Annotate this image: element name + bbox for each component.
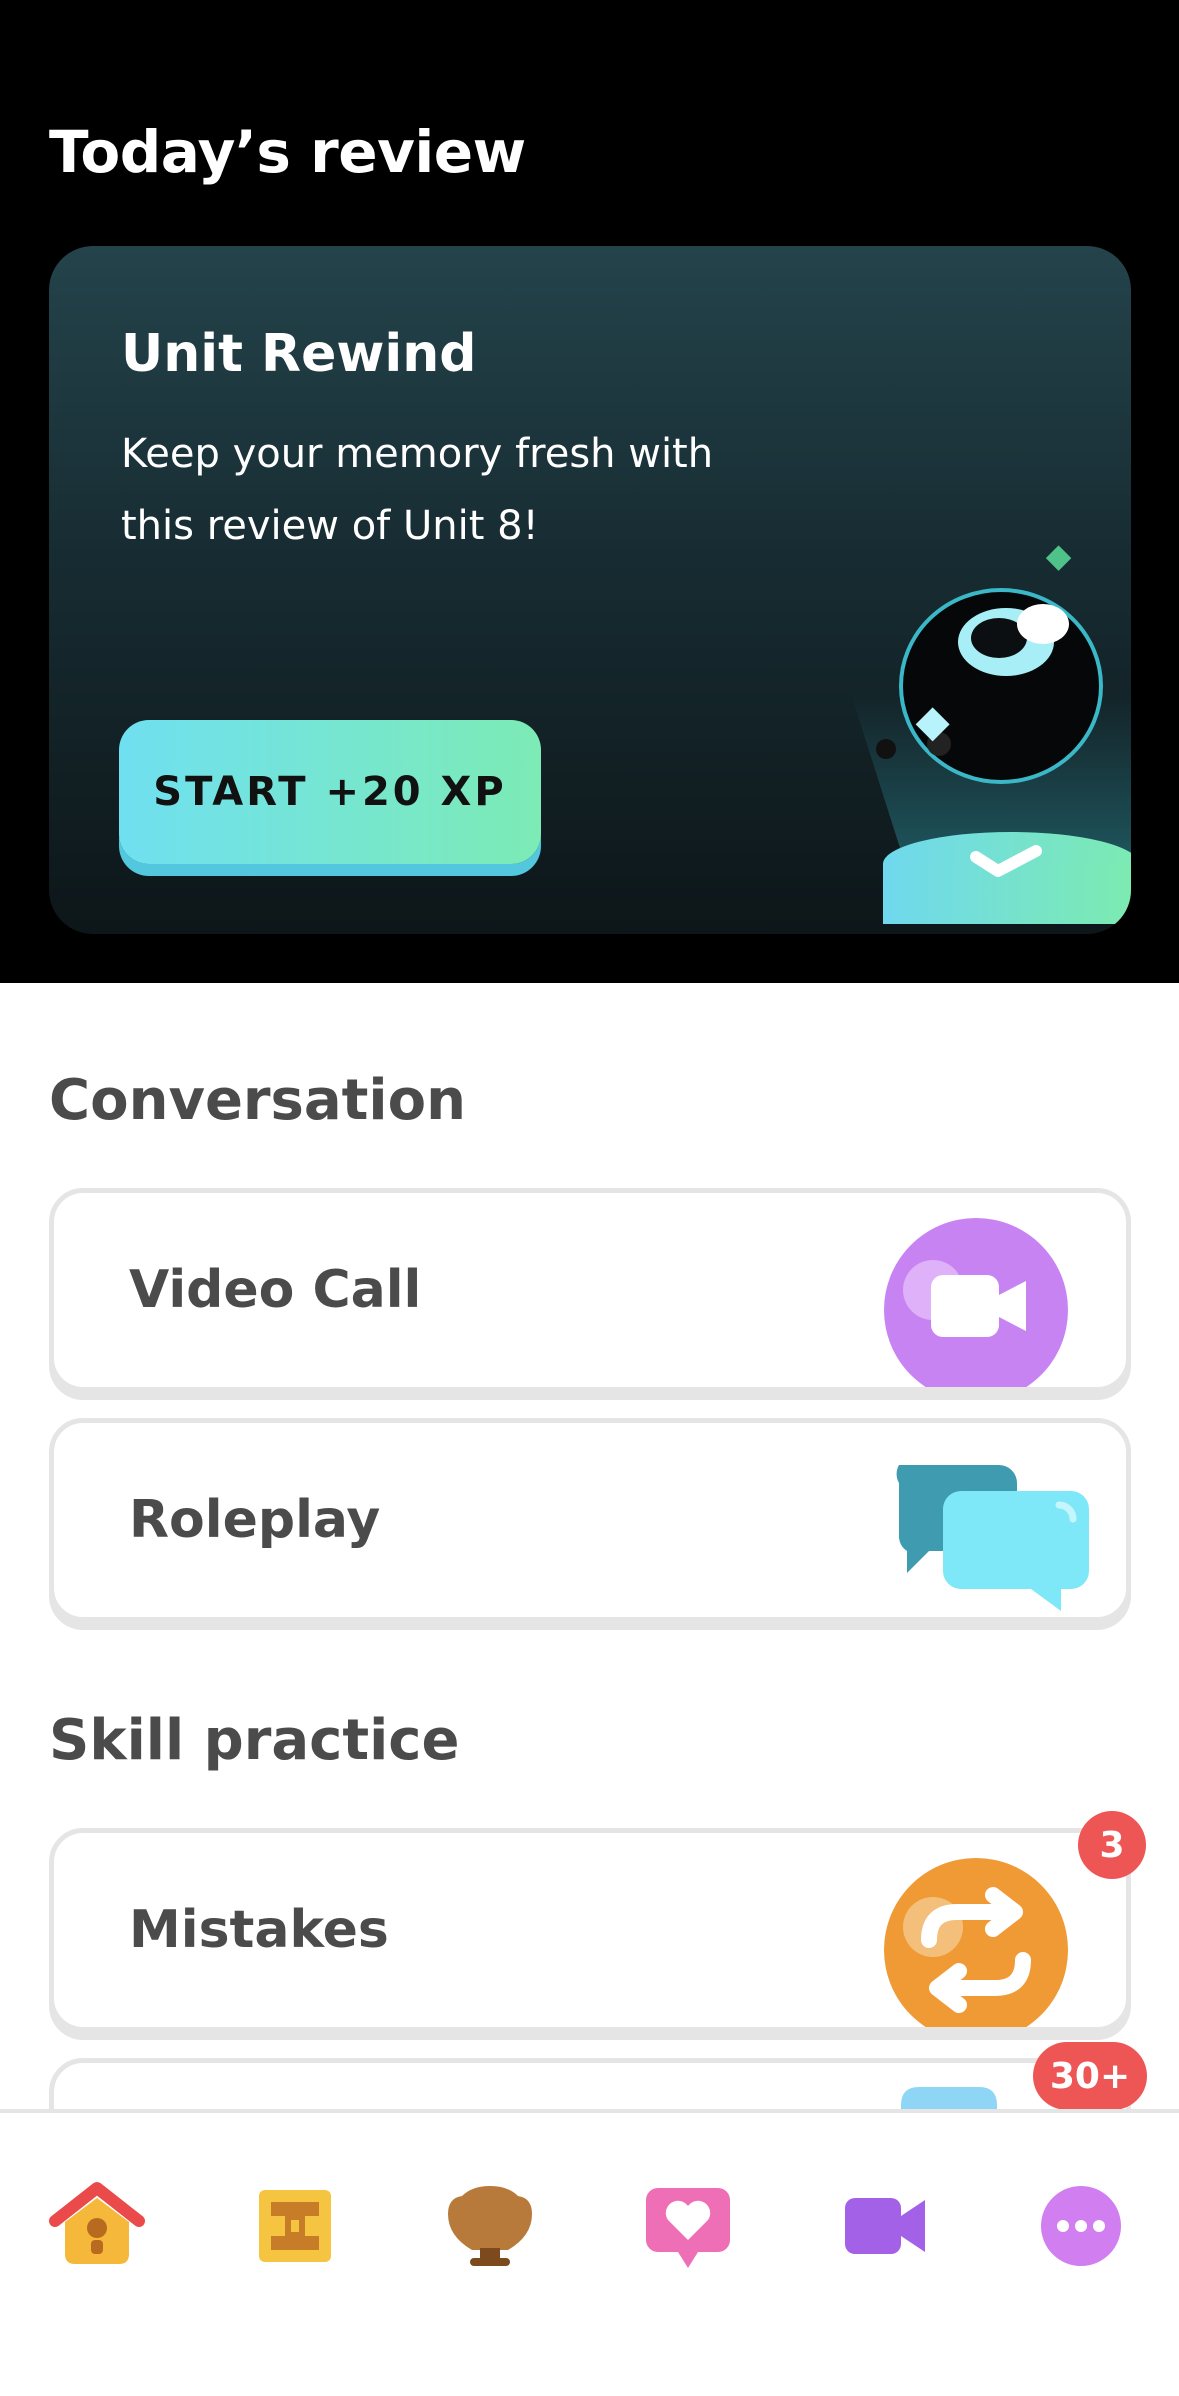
unit-rewind-description: Keep your memory fresh with this review …: [121, 431, 714, 549]
nav-video[interactable]: [830, 2171, 940, 2281]
chat-bubbles-icon: [896, 1465, 1089, 1611]
mistakes-card[interactable]: Mistakes: [49, 1828, 1131, 2032]
more-icon: [1041, 2186, 1121, 2266]
video-call-card[interactable]: Video Call: [49, 1188, 1131, 1392]
review-section: Today’s review Unit Rewind Keep your mem…: [0, 0, 1179, 983]
shield-icon: [448, 2186, 532, 2266]
refresh-icon: [884, 1858, 1068, 2027]
video-call-icon: [884, 1218, 1068, 1387]
nav-treasure[interactable]: [240, 2171, 350, 2281]
skill-practice-heading: Skill practice: [49, 1708, 460, 1773]
nav-league[interactable]: [435, 2171, 545, 2281]
review-heading: Today’s review: [49, 118, 526, 186]
bottom-nav: [0, 2109, 1179, 2396]
video-camera-icon: [845, 2198, 925, 2254]
nav-home[interactable]: [42, 2171, 152, 2281]
skill-count-badge: 30+: [1033, 2042, 1147, 2110]
nav-friends[interactable]: [633, 2171, 743, 2281]
conversation-heading: Conversation: [49, 1068, 466, 1133]
mistakes-count-badge: 3: [1078, 1811, 1146, 1879]
treasure-chest-icon: [259, 2190, 331, 2262]
unit-rewind-title: Unit Rewind: [121, 324, 477, 384]
rewind-mascot-icon: [851, 545, 1131, 924]
home-icon: [49, 2182, 145, 2264]
video-call-label: Video Call: [129, 1260, 422, 1320]
roleplay-label: Roleplay: [129, 1490, 381, 1550]
start-button[interactable]: START +20 XP: [119, 720, 541, 864]
roleplay-card[interactable]: Roleplay: [49, 1418, 1131, 1622]
nav-more[interactable]: [1026, 2171, 1136, 2281]
heart-chat-icon: [646, 2188, 730, 2268]
unit-rewind-card[interactable]: Unit Rewind Keep your memory fresh with …: [49, 246, 1131, 934]
mistakes-label: Mistakes: [129, 1900, 389, 1960]
